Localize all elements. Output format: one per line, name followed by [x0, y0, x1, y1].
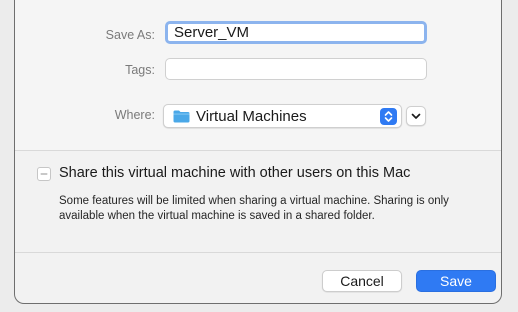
where-popup[interactable]: Virtual Machines: [163, 104, 402, 128]
where-value: Virtual Machines: [196, 108, 307, 125]
share-checkbox-label[interactable]: Share this virtual machine with other us…: [59, 165, 410, 181]
where-label: Where:: [114, 108, 155, 122]
save-as-value: Server_VM: [174, 24, 250, 41]
save-as-label: Save As:: [105, 28, 155, 42]
up-down-chevron-icon: [380, 108, 397, 125]
checkbox-dash-icon: [40, 173, 48, 175]
chevron-down-icon: [407, 112, 425, 129]
sharing-note: Some features will be limited when shari…: [59, 195, 449, 222]
section-divider-top: [15, 150, 501, 151]
folder-icon: [173, 110, 190, 123]
share-checkbox[interactable]: [37, 167, 51, 181]
save-dialog: Save As: Server_VM Tags: Where: Virtual …: [14, 0, 502, 304]
save-button[interactable]: Save: [416, 270, 496, 292]
tags-input[interactable]: [165, 58, 427, 80]
expand-button[interactable]: [406, 106, 426, 126]
cancel-button[interactable]: Cancel: [322, 270, 402, 292]
save-location-section: Save As: Server_VM Tags: Where: Virtual …: [15, 0, 501, 150]
save-as-input[interactable]: Server_VM: [165, 21, 427, 44]
section-divider-bottom: [15, 252, 501, 253]
tags-label: Tags:: [125, 63, 155, 77]
